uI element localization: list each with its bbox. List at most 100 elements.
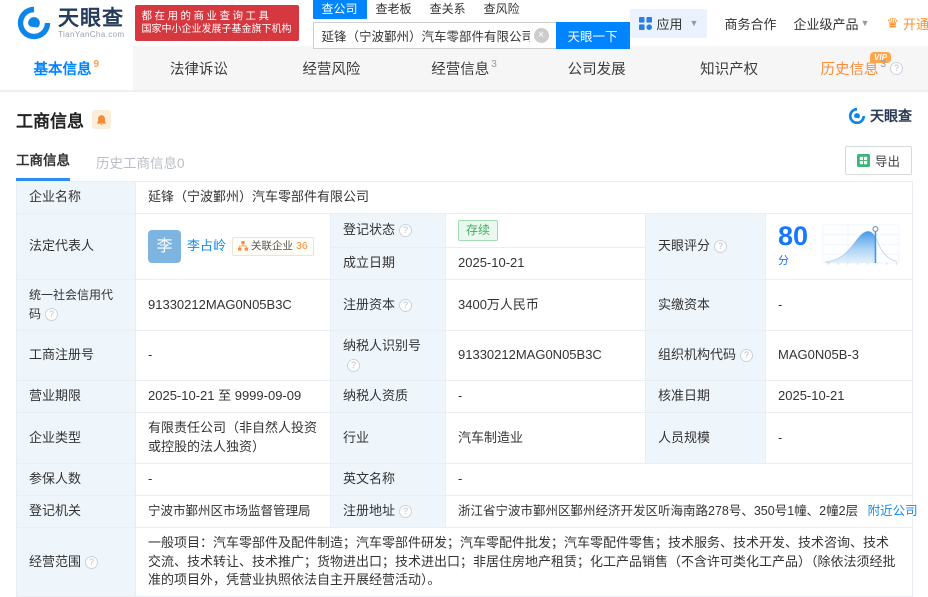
field-label: 人员规模 <box>645 412 766 464</box>
nav-enterprise[interactable]: 企业级产品 ▼ <box>793 14 869 33</box>
apps-grid-icon <box>638 16 652 30</box>
question-icon[interactable]: ? <box>347 358 360 372</box>
field-value: 汽车制造业 <box>445 412 646 464</box>
field-label: 行业 <box>330 412 446 464</box>
tab-intellectual-property[interactable]: 知识产权 <box>663 46 796 90</box>
question-icon[interactable]: ? <box>890 61 904 75</box>
table-row: 经营范围? 一般项目：汽车零部件及配件制造；汽车零部件研发；汽车零配件批发；汽车… <box>16 526 913 597</box>
field-label: 统一社会信用代码? <box>16 279 136 331</box>
nav-open-vip[interactable]: ♛ 开通会员 ▼ <box>886 14 928 33</box>
question-icon[interactable]: ? <box>399 298 413 312</box>
tianyancha-watermark: 天眼查 <box>848 106 912 126</box>
label-text: 天眼评分 <box>658 238 711 254</box>
export-label: 导出 <box>874 155 900 169</box>
search-tab-boss[interactable]: 查老板 <box>367 0 421 19</box>
logo-name: 天眼查 <box>58 6 124 30</box>
search-input[interactable] <box>312 21 556 49</box>
field-label: 登记机关 <box>16 494 136 528</box>
tab-legal[interactable]: 法律诉讼 <box>133 46 266 90</box>
field-value: 2025-10-21 <box>445 247 646 281</box>
nearby-companies-link[interactable]: 附近公司 <box>868 504 918 518</box>
tianyancha-logo[interactable]: 天眼查 TianYanCha.com <box>16 5 125 41</box>
tab-development[interactable]: 公司发展 <box>530 46 663 90</box>
label-text: 注册资本 <box>343 296 396 312</box>
field-value: 91330212MAG0N05B3C <box>135 279 331 331</box>
label-text: 注册地址 <box>343 502 396 518</box>
table-row: 工商注册号 - 纳税人识别号? 91330212MAG0N05B3C 组织机构代… <box>16 329 913 382</box>
question-icon[interactable]: ? <box>399 224 413 238</box>
field-label: 纳税人资质 <box>330 380 446 414</box>
legal-rep-link[interactable]: 李占岭 <box>187 237 226 256</box>
field-label: 成立日期 <box>330 247 446 281</box>
tab-basic-info[interactable]: 基本信息 9 <box>0 46 133 90</box>
legal-rep-avatar[interactable]: 李 <box>148 229 181 263</box>
watermark-text: 天眼查 <box>870 108 912 124</box>
chevron-down-icon: ▼ <box>860 18 870 28</box>
field-value: MAG0N05B-3 <box>765 329 913 382</box>
score-distribution-chart <box>822 224 900 266</box>
search-tab-risk[interactable]: 查风险 <box>475 0 529 19</box>
field-label: 英文名称 <box>330 462 446 496</box>
tab-label: 经营信息 <box>431 61 490 78</box>
tab-label: 法律诉讼 <box>169 61 228 78</box>
field-value: 有限责任公司（非自然人投资或控股的法人独资） <box>135 412 331 464</box>
table-row: 登记机关 宁波市鄞州区市场监督管理局 注册地址? 浙江省宁波市鄞州区鄞州经济开发… <box>16 494 918 528</box>
question-icon[interactable]: ? <box>85 555 99 569</box>
label-text: 统一社会信用代码 <box>29 288 114 321</box>
field-label: 营业期限 <box>16 380 136 414</box>
question-icon[interactable]: ? <box>714 240 728 254</box>
promo-banner: 都在用的商业查询工具 国家中小企业发展子基金旗下机构 <box>134 5 299 41</box>
tab-operating-info[interactable]: 经营信息 3 <box>398 46 531 90</box>
company-tabbar: 基本信息 9 法律诉讼 经营风险 经营信息 3 公司发展 知识产权 VIP 历史信息… <box>0 46 928 92</box>
field-value: - <box>765 412 913 464</box>
logo-swirl-icon <box>848 107 866 125</box>
monitor-bell-button[interactable] <box>92 110 111 129</box>
search-tab-company[interactable]: 查公司 <box>312 0 367 19</box>
field-label: 核准日期 <box>645 380 766 414</box>
table-row: 企业名称 延锋（宁波鄞州）汽车零部件有限公司 <box>16 181 913 214</box>
subtab-history-business-info[interactable]: 历史工商信息0 <box>96 152 185 181</box>
logo-swirl-icon <box>17 6 51 40</box>
label-text: 纳税人识别号 <box>343 337 422 353</box>
search-button[interactable]: 天眼一下 <box>555 21 630 49</box>
org-chart-icon <box>238 241 249 252</box>
search-tab-relation[interactable]: 查关系 <box>421 0 475 19</box>
business-info-section: 工商信息 天眼查 工商信息 历史工商信息0 导出 企业名称 延锋（宁波鄞州）汽车… <box>0 92 928 597</box>
search-area: 查公司 查老板 查关系 查风险 × 天眼一下 <box>312 0 630 49</box>
nav-cooperation[interactable]: 商务合作 <box>724 14 776 33</box>
field-label: 参保人数 <box>16 462 136 496</box>
field-label: 实缴资本 <box>645 279 766 331</box>
apps-menu[interactable]: 应用 ▼ <box>629 8 708 38</box>
label-text: 组织机构代码 <box>658 347 737 363</box>
tab-operating-risk[interactable]: 经营风险 <box>265 46 398 90</box>
business-scope: 一般项目：汽车零部件及配件制造；汽车零部件研发；汽车零配件批发；汽车零配件零售；… <box>135 526 913 597</box>
tab-count: 9 <box>93 58 100 70</box>
field-label: 组织机构代码? <box>645 329 766 382</box>
tab-count: 3 <box>880 58 887 70</box>
field-value: 2025-10-21 <box>765 380 913 414</box>
search-box: × <box>312 21 556 49</box>
field-label: 企业名称 <box>16 181 136 214</box>
registered-address: 浙江省宁波市鄞州区鄞州经济开发区听海南路278号、350号1幢、2幢2层 <box>458 504 859 519</box>
score-value: 80 <box>778 221 809 252</box>
vip-label: 开通会员 <box>902 16 928 32</box>
field-value: - <box>445 462 913 496</box>
question-icon[interactable]: ? <box>399 504 413 518</box>
tab-label: 经营风险 <box>302 61 361 78</box>
subtab-business-info[interactable]: 工商信息 <box>16 149 70 181</box>
tab-history-info[interactable]: VIP 历史信息 3 ? <box>795 46 928 90</box>
cooperation-label: 商务合作 <box>724 16 777 32</box>
table-row: 统一社会信用代码? 91330212MAG0N05B3C 注册资本? 3400万… <box>16 279 913 331</box>
field-label: 企业类型 <box>16 412 136 464</box>
business-info-table: 企业名称 延锋（宁波鄞州）汽车零部件有限公司 法定代表人 李 李占岭 关联企业 <box>16 181 918 597</box>
promo-line1: 都在用的商业查询工具 <box>141 10 272 23</box>
question-icon[interactable]: ? <box>45 307 59 321</box>
clear-search-icon[interactable]: × <box>533 27 549 43</box>
related-companies-badge[interactable]: 关联企业 36 <box>232 236 314 257</box>
field-label: 登记状态? <box>330 212 446 249</box>
field-value: - <box>135 462 331 496</box>
export-button[interactable]: 导出 <box>844 146 912 175</box>
tab-count: 3 <box>491 58 497 70</box>
question-icon[interactable]: ? <box>740 349 754 363</box>
chevron-down-icon: ▼ <box>689 18 699 28</box>
